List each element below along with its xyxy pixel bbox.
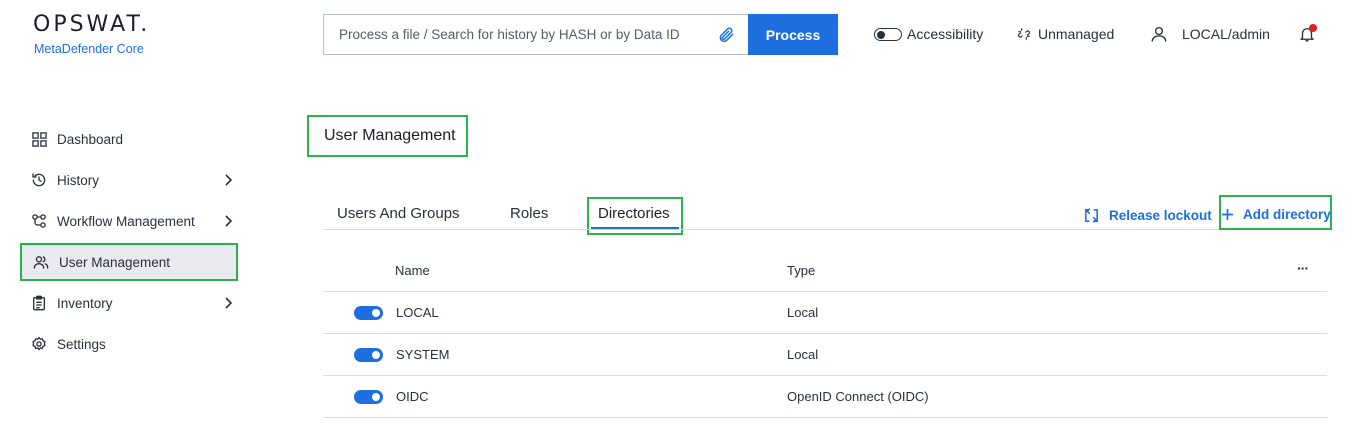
clipboard-icon <box>31 295 47 311</box>
switch-knob <box>372 309 380 317</box>
process-button[interactable]: Process <box>748 14 838 55</box>
table-row-divider <box>323 333 1327 334</box>
column-header-name: Name <box>395 263 430 278</box>
notifications-button[interactable] <box>1297 24 1319 46</box>
directory-type: Local <box>787 347 819 362</box>
directory-type: OpenID Connect (OIDC) <box>787 389 929 404</box>
sidebar-item-user-management[interactable]: User Management <box>20 243 238 281</box>
search-input[interactable] <box>324 15 704 54</box>
more-options-button[interactable]: ··· <box>1297 260 1309 276</box>
sidebar-item-label: Workflow Management <box>57 213 195 229</box>
dashboard-icon <box>31 131 47 147</box>
refresh-icon <box>1085 208 1098 223</box>
brand-logo[interactable]: OPSWAT. <box>33 12 150 37</box>
tab-roles[interactable]: Roles <box>510 205 548 222</box>
directory-enabled-switch[interactable] <box>354 390 383 404</box>
directory-enabled-switch[interactable] <box>354 348 383 362</box>
sidebar-item-workflow-management[interactable]: Workflow Management <box>20 202 238 240</box>
search-box[interactable] <box>323 14 749 55</box>
product-name: MetaDefender Core <box>34 42 144 56</box>
table-row-divider <box>323 375 1327 376</box>
chevron-right-icon <box>225 215 233 227</box>
attachment-icon[interactable] <box>717 26 735 44</box>
sidebar-item-label: Dashboard <box>57 131 124 147</box>
accessibility-toggle[interactable] <box>874 28 902 41</box>
accessibility-label: Accessibility <box>907 26 984 42</box>
add-directory-button[interactable]: Add directory <box>1221 207 1331 222</box>
tabs-divider <box>323 229 1328 230</box>
users-icon <box>33 254 49 270</box>
sidebar-item-settings[interactable]: Settings <box>20 325 238 363</box>
unlink-icon <box>1018 28 1030 40</box>
workflow-icon <box>31 213 47 229</box>
sidebar-item-history[interactable]: History <box>20 161 238 199</box>
table-divider <box>323 291 1327 292</box>
directory-enabled-switch[interactable] <box>354 306 383 320</box>
history-icon <box>31 172 47 188</box>
user-icon <box>1151 26 1167 42</box>
directory-name: OIDC <box>396 389 429 404</box>
sidebar-item-dashboard[interactable]: Dashboard <box>20 120 238 158</box>
directory-name: LOCAL <box>396 305 439 320</box>
release-lockout-label: Release lockout <box>1109 208 1212 223</box>
sidebar-item-inventory[interactable]: Inventory <box>20 284 238 322</box>
chevron-right-icon <box>225 174 233 186</box>
unmanaged-status[interactable]: Unmanaged <box>1038 26 1114 42</box>
page-title: User Management <box>307 115 468 157</box>
toggle-knob <box>877 30 885 39</box>
directory-name: SYSTEM <box>396 347 450 362</box>
tab-users-and-groups[interactable]: Users And Groups <box>337 205 460 222</box>
column-header-type: Type <box>787 263 816 278</box>
plus-icon <box>1221 208 1234 221</box>
add-directory-label: Add directory <box>1243 207 1331 222</box>
table-row-divider <box>323 417 1327 418</box>
notification-dot <box>1309 24 1317 32</box>
sidebar-item-label: User Management <box>59 254 171 270</box>
active-tab-indicator <box>591 227 679 229</box>
gear-icon <box>31 336 47 352</box>
chevron-right-icon <box>225 297 233 309</box>
tab-directories[interactable]: Directories <box>598 205 670 222</box>
sidebar-item-label: Inventory <box>57 295 113 311</box>
switch-knob <box>372 393 380 401</box>
directory-type: Local <box>787 305 819 320</box>
switch-knob <box>372 351 380 359</box>
sidebar-item-label: History <box>57 172 100 188</box>
release-lockout-button[interactable]: Release lockout <box>1083 207 1212 224</box>
sidebar-item-label: Settings <box>57 336 106 352</box>
user-menu[interactable]: LOCAL/admin <box>1182 26 1270 42</box>
